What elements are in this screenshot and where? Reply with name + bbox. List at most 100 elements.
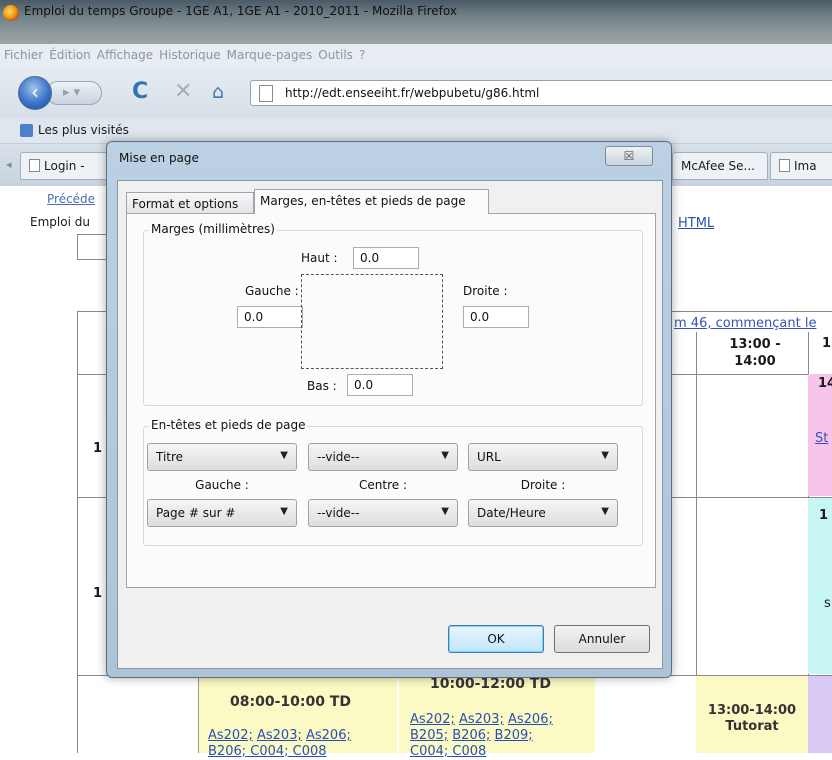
stop-icon[interactable]: ✕ <box>174 79 192 104</box>
select-value: --vide-- <box>317 450 360 464</box>
footer-left-select[interactable]: Page # sur # ▼ <box>147 499 297 527</box>
back-button[interactable]: ‹ <box>18 76 52 110</box>
room-link[interactable]: As202; <box>208 728 253 743</box>
home-icon[interactable]: ⌂ <box>212 81 224 103</box>
room-link[interactable]: B206; C004; C008 <box>208 744 327 759</box>
select-value: --vide-- <box>317 506 360 520</box>
forward-arrow-icon: ▸ ▾ <box>63 85 81 100</box>
tab-format-options[interactable]: Format et options <box>126 192 254 214</box>
html-link[interactable]: HTML <box>678 216 714 231</box>
url-text[interactable]: http://edt.enseeiht.fr/webpubetu/g86.htm… <box>285 86 539 100</box>
headers-footers-legend: En-têtes et pieds de page <box>149 418 308 432</box>
column-header-next: 1 <box>822 336 832 351</box>
footer-right-select[interactable]: Date/Heure ▼ <box>468 499 618 527</box>
room-link[interactable]: B209; <box>495 728 533 743</box>
margin-left-input[interactable]: 0.0 <box>237 306 303 328</box>
room-link[interactable]: C004; C008 <box>410 744 486 759</box>
forward-button[interactable]: ▸ ▾ <box>46 81 102 105</box>
margin-top-input[interactable]: 0.0 <box>353 247 419 269</box>
tab-margins-headers[interactable]: Marges, en-têtes et pieds de page <box>254 189 489 214</box>
room-link[interactable]: As203; <box>459 712 504 727</box>
back-arrow-icon: ‹ <box>31 80 39 104</box>
chevron-down-icon: ▼ <box>601 450 609 461</box>
firefox-icon <box>3 5 19 21</box>
dialog-title: Mise en page <box>119 151 199 165</box>
week-title: m 46, commençant le <box>674 316 817 331</box>
margin-top-label: Haut : <box>301 251 338 265</box>
select-value: Titre <box>156 450 184 464</box>
cancel-button[interactable]: Annuler <box>554 625 650 653</box>
margin-right-input[interactable]: 0.0 <box>463 306 529 328</box>
menu-help[interactable]: ? <box>359 48 365 62</box>
room-link[interactable]: As206; <box>306 728 351 743</box>
timetable-cell[interactable] <box>808 498 832 674</box>
chevron-down-icon: ▼ <box>601 506 609 517</box>
cell-time: 1 <box>819 508 829 523</box>
margin-preview <box>301 274 443 369</box>
menu-affichage[interactable]: Affichage <box>97 48 153 62</box>
emploi-label: Emploi du <box>30 215 90 229</box>
cell-time: 13:00-14:00 <box>707 703 797 718</box>
tab-label: McAfee Se... <box>681 159 755 173</box>
tab-scroll-left-icon[interactable]: ◂ <box>6 158 12 171</box>
room-link[interactable]: As206; <box>508 712 553 727</box>
cell-label: Tutorat <box>725 719 779 734</box>
menu-edition[interactable]: Édition <box>49 48 91 62</box>
page-icon <box>259 85 273 102</box>
header-center-select[interactable]: --vide-- ▼ <box>308 443 458 471</box>
menu-bar: Fichier Édition Affichage Historique Mar… <box>0 44 832 66</box>
title-bar: Emploi du temps Groupe - 1GE A1, 1GE A1 … <box>0 0 832 44</box>
document-icon <box>29 159 40 172</box>
navigation-toolbar: ▸ ▾ ‹ C ✕ ⌂ http://edt.enseeiht.fr/webpu… <box>0 66 832 118</box>
previous-link[interactable]: Précéde <box>47 192 95 206</box>
timetable-cell[interactable] <box>808 676 832 753</box>
header-right-select[interactable]: URL ▼ <box>468 443 618 471</box>
column-header-time: 13:00 - 14:00 <box>729 337 781 369</box>
margin-right-label: Droite : <box>463 284 508 298</box>
document-icon <box>779 159 790 172</box>
menu-outils[interactable]: Outils <box>318 48 353 62</box>
margin-bottom-label: Bas : <box>307 379 337 393</box>
tab-label: Ima <box>794 159 817 173</box>
room-link[interactable]: As203; <box>257 728 302 743</box>
cell-text: s <box>824 596 831 611</box>
row-label: 1 <box>93 441 103 456</box>
footer-center-select[interactable]: --vide-- ▼ <box>308 499 458 527</box>
tab-mcafee[interactable]: McAfee Se... <box>672 152 768 180</box>
tab-label: Login - <box>44 159 85 173</box>
cell-link[interactable]: St <box>815 431 828 446</box>
position-left-label: Gauche : <box>195 478 249 492</box>
page-setup-dialog: Mise en page ☒ Format et options Marges,… <box>106 141 672 678</box>
url-bar[interactable]: http://edt.enseeiht.fr/webpubetu/g86.htm… <box>250 80 832 106</box>
menu-historique[interactable]: Historique <box>159 48 221 62</box>
select-box[interactable] <box>77 234 107 260</box>
reload-icon[interactable]: C <box>132 79 148 104</box>
chevron-down-icon: ▼ <box>441 506 449 517</box>
margins-legend: Marges (millimètres) <box>149 222 277 236</box>
position-right-label: Droite : <box>520 478 566 492</box>
bookmark-most-visited[interactable]: Les plus visités <box>38 123 129 137</box>
header-left-select[interactable]: Titre ▼ <box>147 443 297 471</box>
select-value: Page # sur # <box>156 506 236 520</box>
window-title: Emploi du temps Groupe - 1GE A1, 1GE A1 … <box>24 4 457 18</box>
menu-marque-pages[interactable]: Marque-pages <box>227 48 313 62</box>
room-link[interactable]: B206; <box>452 728 490 743</box>
position-center-label: Centre : <box>359 478 407 492</box>
margin-bottom-input[interactable]: 0.0 <box>347 374 413 396</box>
chevron-down-icon: ▼ <box>441 450 449 461</box>
cell-title: 08:00-10:00 TD <box>230 694 351 710</box>
menu-fichier[interactable]: Fichier <box>4 48 43 62</box>
room-link[interactable]: As202; <box>410 712 455 727</box>
cell-time: 14 <box>818 376 832 391</box>
ok-button[interactable]: OK <box>448 625 544 653</box>
cell-tutorat: 13:00-14:00 Tutorat <box>696 703 808 735</box>
close-icon[interactable]: ☒ <box>605 146 653 166</box>
room-link[interactable]: B205; <box>410 728 448 743</box>
tab-ima[interactable]: Ima <box>770 152 832 180</box>
dialog-body: Format et options Marges, en-têtes et pi… <box>117 180 663 669</box>
chevron-down-icon: ▼ <box>280 450 288 461</box>
tab-login[interactable]: Login - <box>20 152 120 180</box>
row-label: 1 <box>93 586 103 601</box>
chevron-down-icon: ▼ <box>280 506 288 517</box>
select-value: Date/Heure <box>477 506 546 520</box>
